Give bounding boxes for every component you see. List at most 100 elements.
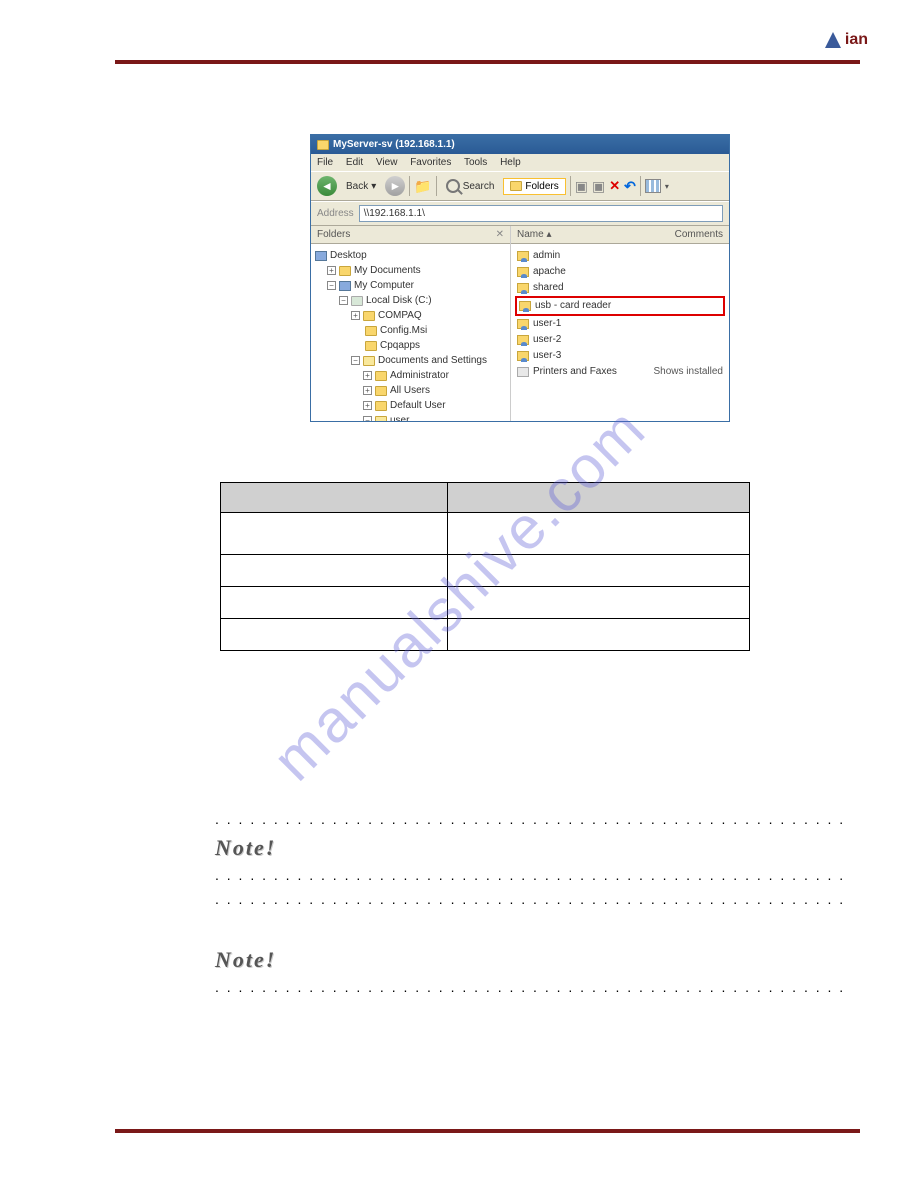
collapse-icon[interactable]: − bbox=[363, 416, 372, 421]
back-label[interactable]: Back ▾ bbox=[341, 179, 381, 194]
copyto-icon[interactable]: ▣ bbox=[592, 178, 605, 195]
views-icon[interactable] bbox=[645, 179, 661, 193]
list-item[interactable]: admin bbox=[515, 248, 725, 264]
window-titlebar: MyServer-sv (192.168.1.1) bbox=[311, 135, 729, 154]
folder-open-icon bbox=[375, 416, 387, 422]
list-item[interactable]: user-1 bbox=[515, 316, 725, 332]
shared-folder-icon bbox=[519, 301, 531, 311]
address-input[interactable]: \\192.168.1.1\ bbox=[359, 205, 723, 222]
back-button[interactable]: ◄ bbox=[317, 176, 337, 196]
tree-mycomp[interactable]: −My Computer bbox=[313, 278, 508, 293]
note-label: Note! bbox=[215, 835, 276, 861]
logo: ian bbox=[823, 30, 868, 50]
file-list: Name ▴ Comments admin apache shared usb … bbox=[511, 226, 729, 421]
menu-edit[interactable]: Edit bbox=[346, 157, 363, 168]
desktop-icon bbox=[315, 251, 327, 261]
tree-admin[interactable]: +Administrator bbox=[313, 368, 508, 383]
tree-configmsi[interactable]: Config.Msi bbox=[313, 323, 508, 338]
up-icon[interactable]: 📁 bbox=[414, 178, 431, 195]
close-icon[interactable]: ✕ bbox=[496, 229, 504, 240]
tree-user[interactable]: −user bbox=[313, 413, 508, 421]
collapse-icon[interactable]: − bbox=[327, 281, 336, 290]
expand-icon[interactable]: + bbox=[363, 371, 372, 380]
shared-folder-icon bbox=[517, 251, 529, 261]
table-cell bbox=[448, 555, 750, 587]
printer-icon bbox=[517, 367, 529, 377]
table-header-row bbox=[221, 483, 750, 513]
forward-button[interactable]: ► bbox=[385, 176, 405, 196]
computer-icon bbox=[339, 281, 351, 291]
window-title: MyServer-sv (192.168.1.1) bbox=[333, 139, 455, 150]
folder-icon bbox=[375, 371, 387, 381]
menu-file[interactable]: File bbox=[317, 157, 333, 168]
expand-icon[interactable]: + bbox=[363, 386, 372, 395]
menu-favorites[interactable]: Favorites bbox=[410, 157, 451, 168]
table-row bbox=[221, 513, 750, 555]
table-cell bbox=[448, 619, 750, 651]
menu-help[interactable]: Help bbox=[500, 157, 521, 168]
shared-folder-icon bbox=[517, 267, 529, 277]
folder-icon bbox=[363, 311, 375, 321]
shared-folder-icon bbox=[517, 335, 529, 345]
address-label: Address bbox=[317, 208, 354, 219]
list-item-highlighted[interactable]: usb - card reader bbox=[515, 296, 725, 316]
list-item[interactable]: shared bbox=[515, 280, 725, 296]
tree-defuser[interactable]: +Default User bbox=[313, 398, 508, 413]
folder-tree: Folders ✕ Desktop +My Documents −My Compu… bbox=[311, 226, 511, 421]
logo-text: ian bbox=[845, 31, 868, 49]
folders-button[interactable]: Folders bbox=[503, 178, 565, 195]
menu-view[interactable]: View bbox=[376, 157, 398, 168]
table-cell bbox=[448, 513, 750, 555]
dotted-divider: . . . . . . . . . . . . . . . . . . . . … bbox=[215, 811, 852, 829]
table-row bbox=[221, 619, 750, 651]
collapse-icon[interactable]: − bbox=[339, 296, 348, 305]
column-comments[interactable]: Comments bbox=[675, 229, 723, 240]
list-item[interactable]: Printers and FaxesShows installed bbox=[515, 364, 725, 380]
expand-icon[interactable]: + bbox=[327, 266, 336, 275]
table-cell bbox=[448, 587, 750, 619]
shared-folder-icon bbox=[517, 283, 529, 293]
folder-open-icon bbox=[363, 356, 375, 366]
table-row bbox=[221, 587, 750, 619]
toolbar: ◄ Back ▾ ► 📁 Search Folders ▣ ▣ ✕ ↶ ▾ bbox=[311, 171, 729, 201]
delete-icon[interactable]: ✕ bbox=[609, 178, 620, 194]
notes-section: . . . . . . . . . . . . . . . . . . . . … bbox=[215, 811, 825, 997]
tree-localdisk[interactable]: −Local Disk (C:) bbox=[313, 293, 508, 308]
folders-header: Folders bbox=[317, 229, 350, 240]
table-header-cell bbox=[448, 483, 750, 513]
list-item[interactable]: user-2 bbox=[515, 332, 725, 348]
data-table bbox=[220, 482, 750, 651]
expand-icon[interactable]: + bbox=[351, 311, 360, 320]
table-cell bbox=[221, 555, 448, 587]
table-cell bbox=[221, 513, 448, 555]
folders-icon bbox=[510, 181, 522, 191]
collapse-icon[interactable]: − bbox=[351, 356, 360, 365]
dotted-divider: . . . . . . . . . . . . . . . . . . . . … bbox=[215, 891, 852, 909]
expand-icon[interactable]: + bbox=[363, 401, 372, 410]
list-item[interactable]: apache bbox=[515, 264, 725, 280]
folder-icon bbox=[365, 326, 377, 336]
menu-tools[interactable]: Tools bbox=[464, 157, 487, 168]
tree-compaq[interactable]: +COMPAQ bbox=[313, 308, 508, 323]
dotted-divider: . . . . . . . . . . . . . . . . . . . . … bbox=[215, 979, 852, 997]
tree-mydocs[interactable]: +My Documents bbox=[313, 263, 508, 278]
tree-allusers[interactable]: +All Users bbox=[313, 383, 508, 398]
table-cell bbox=[221, 619, 448, 651]
folder-icon bbox=[317, 140, 329, 150]
dotted-divider: . . . . . . . . . . . . . . . . . . . . … bbox=[215, 867, 852, 885]
tree-docset[interactable]: −Documents and Settings bbox=[313, 353, 508, 368]
shared-folder-icon bbox=[517, 319, 529, 329]
note-label: Note! bbox=[215, 947, 276, 973]
undo-icon[interactable]: ↶ bbox=[624, 178, 636, 195]
address-bar: Address \\192.168.1.1\ bbox=[311, 201, 729, 226]
drive-icon bbox=[351, 296, 363, 306]
tree-cpqapps[interactable]: Cpqapps bbox=[313, 338, 508, 353]
search-button[interactable]: Search bbox=[441, 177, 500, 195]
column-name[interactable]: Name ▴ bbox=[517, 229, 675, 240]
tree-desktop[interactable]: Desktop bbox=[313, 248, 508, 263]
header-rule bbox=[115, 60, 860, 64]
shared-folder-icon bbox=[517, 351, 529, 361]
folder-icon bbox=[375, 401, 387, 411]
moveto-icon[interactable]: ▣ bbox=[575, 178, 588, 195]
list-item[interactable]: user-3 bbox=[515, 348, 725, 364]
